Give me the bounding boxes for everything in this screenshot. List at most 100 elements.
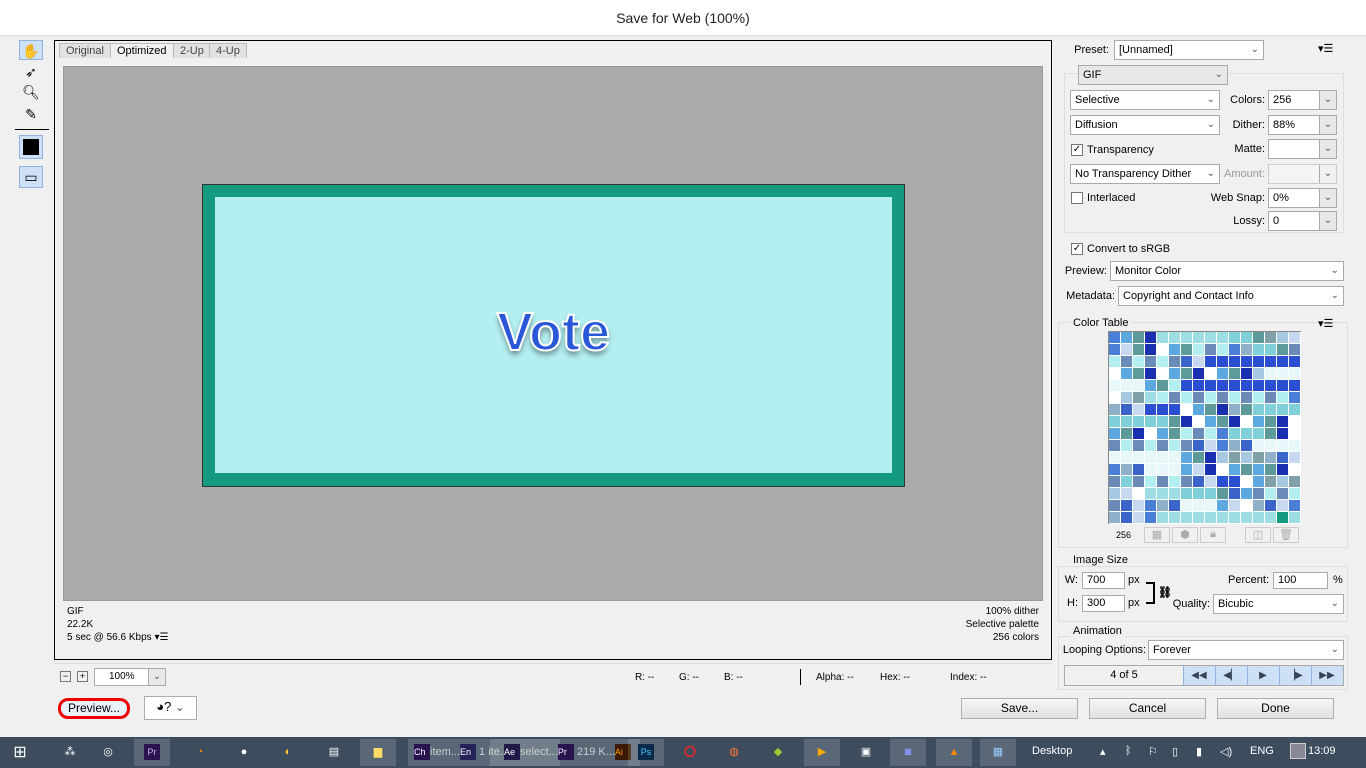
color-swatch[interactable]: [1133, 440, 1145, 452]
color-swatch[interactable]: [1157, 380, 1169, 392]
play-icon[interactable]: ▶: [1247, 666, 1278, 685]
color-swatch[interactable]: [1133, 416, 1145, 428]
trash-icon[interactable]: 🗑︎: [1273, 527, 1299, 543]
hand-tool-icon[interactable]: ✋: [19, 40, 43, 60]
color-swatch[interactable]: [1289, 368, 1301, 380]
color-swatch[interactable]: [1193, 512, 1205, 524]
color-swatch[interactable]: [1241, 512, 1253, 524]
color-swatch[interactable]: [1289, 416, 1301, 428]
color-swatch[interactable]: [1109, 440, 1121, 452]
color-swatch[interactable]: [1133, 392, 1145, 404]
color-swatch[interactable]: [1109, 476, 1121, 488]
desktop-toolbar[interactable]: Desktop: [1032, 745, 1072, 757]
color-swatch[interactable]: [1157, 464, 1169, 476]
color-swatch[interactable]: [1133, 404, 1145, 416]
color-swatch[interactable]: [1121, 512, 1133, 524]
color-swatch[interactable]: [1205, 440, 1217, 452]
bluetooth-icon[interactable]: ᛒ: [1125, 745, 1132, 757]
color-swatch[interactable]: [1145, 476, 1157, 488]
color-swatch[interactable]: [1109, 452, 1121, 464]
color-swatch[interactable]: [1265, 416, 1277, 428]
color-swatch[interactable]: [1241, 440, 1253, 452]
color-swatch[interactable]: [1277, 332, 1289, 344]
info-menu-icon[interactable]: ▾☰: [154, 632, 168, 643]
color-swatch[interactable]: [1133, 512, 1145, 524]
metadata-select[interactable]: Copyright and Contact Info ⌄: [1118, 286, 1344, 306]
websnap-combo[interactable]: 0% ⌄: [1268, 188, 1337, 208]
color-swatch[interactable]: [1241, 452, 1253, 464]
color-swatch[interactable]: [1133, 332, 1145, 344]
color-swatch[interactable]: [1121, 392, 1133, 404]
convert-srgb-checkbox[interactable]: ✓ Convert to sRGB: [1071, 241, 1170, 257]
color-swatch[interactable]: [1289, 464, 1301, 476]
volume-icon[interactable]: ◁): [1220, 745, 1232, 758]
color-swatch[interactable]: [1229, 488, 1241, 500]
color-swatch[interactable]: [1181, 464, 1193, 476]
color-swatch[interactable]: [1193, 332, 1205, 344]
color-swatch[interactable]: [1253, 464, 1265, 476]
color-swatch[interactable]: [1241, 344, 1253, 356]
color-swatch[interactable]: [1229, 428, 1241, 440]
color-swatch[interactable]: [1181, 476, 1193, 488]
battery-icon[interactable]: ▯: [1172, 745, 1178, 758]
color-swatch[interactable]: [1241, 476, 1253, 488]
color-swatch[interactable]: [1253, 344, 1265, 356]
color-swatch[interactable]: [1133, 344, 1145, 356]
tab-optimized[interactable]: Optimized: [110, 43, 174, 58]
color-swatch[interactable]: [1289, 332, 1301, 344]
new-color-icon[interactable]: ◫: [1245, 527, 1271, 543]
image-canvas[interactable]: Vote: [63, 66, 1043, 601]
color-swatch[interactable]: [1145, 428, 1157, 440]
color-swatch[interactable]: [1265, 332, 1277, 344]
color-swatch[interactable]: [1181, 404, 1193, 416]
color-swatch[interactable]: [1265, 464, 1277, 476]
matte-combo[interactable]: ⌄: [1268, 139, 1337, 159]
color-swatch[interactable]: [1205, 452, 1217, 464]
color-swatch[interactable]: [1217, 500, 1229, 512]
color-swatch[interactable]: [1145, 404, 1157, 416]
color-swatch[interactable]: [1229, 368, 1241, 380]
color-swatch[interactable]: [1193, 416, 1205, 428]
color-swatch[interactable]: [1253, 512, 1265, 524]
color-swatch[interactable]: [1229, 380, 1241, 392]
color-swatch[interactable]: [1277, 440, 1289, 452]
color-swatch[interactable]: [1109, 428, 1121, 440]
color-swatch[interactable]: [1265, 476, 1277, 488]
preset-select[interactable]: [Unnamed] ⌄: [1114, 40, 1264, 60]
color-swatch[interactable]: [1229, 332, 1241, 344]
color-swatch[interactable]: [1253, 500, 1265, 512]
color-swatch[interactable]: [1205, 500, 1217, 512]
height-input[interactable]: 300: [1082, 595, 1125, 612]
color-swatch[interactable]: [1277, 512, 1289, 524]
color-swatch[interactable]: [1169, 344, 1181, 356]
color-swatch[interactable]: [1205, 380, 1217, 392]
color-swatch[interactable]: [1169, 500, 1181, 512]
color-swatch[interactable]: [1181, 356, 1193, 368]
color-swatch[interactable]: [1265, 452, 1277, 464]
zoom-out-button[interactable]: −: [60, 671, 71, 682]
language-indicator[interactable]: ENG: [1250, 745, 1274, 757]
slice-select-tool-icon[interactable]: ➶: [19, 62, 43, 82]
color-swatch[interactable]: [1145, 416, 1157, 428]
color-swatch[interactable]: [1205, 488, 1217, 500]
bluestacks-icon[interactable]: ◆: [760, 739, 796, 766]
colors-combo[interactable]: 256 ⌄: [1268, 90, 1337, 110]
color-swatch[interactable]: [1217, 512, 1229, 524]
color-swatch[interactable]: [1253, 392, 1265, 404]
color-swatch[interactable]: [1109, 344, 1121, 356]
previous-frame-icon[interactable]: ◀▏: [1215, 666, 1246, 685]
tab-4-up[interactable]: 4-Up: [209, 43, 247, 58]
color-swatch[interactable]: [1265, 368, 1277, 380]
color-swatch[interactable]: [1241, 392, 1253, 404]
color-swatch[interactable]: [1265, 344, 1277, 356]
color-swatch[interactable]: [1277, 452, 1289, 464]
color-swatch[interactable]: [1289, 380, 1301, 392]
color-swatch[interactable]: [1193, 392, 1205, 404]
color-swatch[interactable]: [1205, 476, 1217, 488]
color-swatch[interactable]: [1205, 332, 1217, 344]
color-swatch[interactable]: [1277, 500, 1289, 512]
color-swatch[interactable]: [1253, 452, 1265, 464]
first-frame-icon[interactable]: ◀◀: [1183, 666, 1214, 685]
color-swatch[interactable]: [1121, 380, 1133, 392]
app-icon[interactable]: ◐: [270, 739, 306, 766]
